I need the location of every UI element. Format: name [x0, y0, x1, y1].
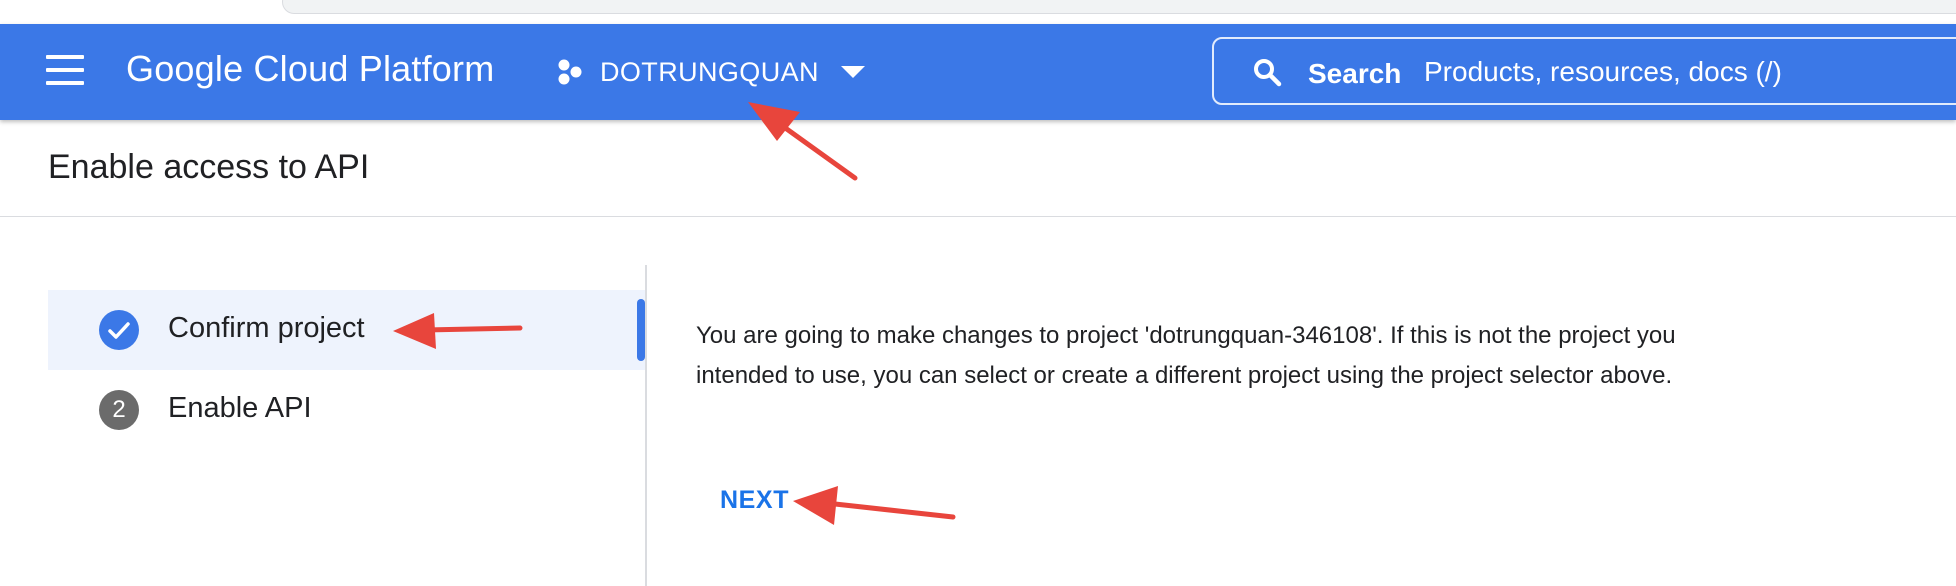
next-button[interactable]: NEXT	[702, 478, 807, 523]
search-input[interactable]	[1424, 53, 1956, 91]
step-label: Enable API	[168, 392, 312, 424]
project-selector[interactable]: DOTRUNGQUAN	[556, 52, 865, 92]
hamburger-menu-icon[interactable]	[46, 55, 84, 85]
active-step-indicator	[637, 299, 645, 361]
browser-address-bar[interactable]	[282, 0, 1956, 14]
step-label: Confirm project	[168, 312, 365, 344]
app-logo[interactable]: Google Cloud Platform	[126, 48, 494, 90]
check-icon	[99, 310, 139, 350]
project-name: DOTRUNGQUAN	[600, 56, 819, 87]
browser-chrome	[0, 0, 1956, 24]
project-hexagon-icon	[558, 59, 582, 85]
step-confirm-project[interactable]: Confirm project	[48, 290, 645, 370]
search-icon	[1254, 59, 1282, 87]
step-number-badge: 2	[99, 390, 139, 430]
search-label: Search	[1308, 58, 1402, 89]
header-divider	[0, 216, 1956, 217]
page-title: Enable access to API	[48, 148, 370, 186]
top-app-bar: Google Cloud Platform DOTRUNGQUAN Search	[0, 24, 1956, 120]
step-enable-api[interactable]: 2 Enable API	[48, 370, 645, 450]
search-bar[interactable]: Search	[1212, 37, 1956, 105]
chevron-down-icon	[840, 66, 865, 78]
stepper: Confirm project 2 Enable API	[0, 265, 647, 586]
arrow-to-next-button	[793, 486, 956, 525]
confirm-project-message: You are going to make changes to project…	[696, 322, 1676, 389]
